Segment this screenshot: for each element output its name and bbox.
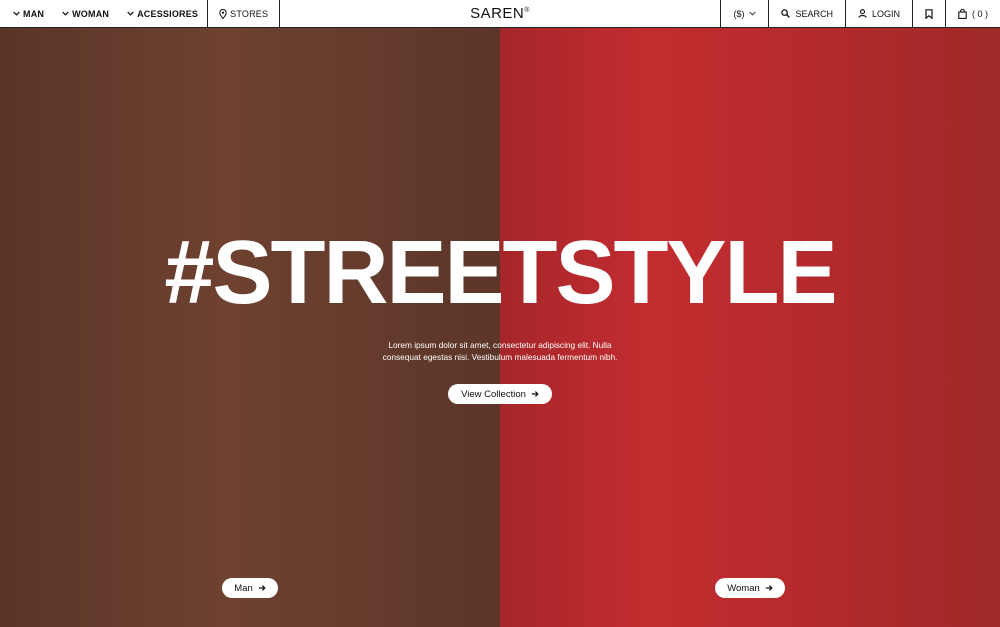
cart-count: ( 0 ): [971, 8, 988, 19]
search-icon: [781, 9, 791, 18]
currency-selector[interactable]: ($): [721, 0, 768, 27]
chevron-down-icon: [13, 11, 20, 16]
search-button[interactable]: SEARCH: [769, 0, 845, 27]
arrow-right-icon: [765, 585, 773, 591]
nav-man-menu[interactable]: MAN: [0, 0, 53, 27]
shop-man-button[interactable]: Man: [222, 578, 278, 598]
currency-label: ($): [733, 8, 745, 19]
hero-photo-man[interactable]: [0, 28, 500, 627]
shop-man-label: Man: [234, 582, 253, 594]
nav-woman-menu[interactable]: WOMAN: [53, 0, 118, 27]
hero-photo-woman[interactable]: [500, 28, 1000, 627]
login-label: LOGIN: [871, 8, 900, 19]
arrow-right-icon: [531, 391, 539, 397]
chevron-down-icon: [127, 11, 134, 16]
nav-left-group: MAN WOMAN ACESSIORES STORES: [0, 0, 281, 27]
nav-accessories-label: ACESSIORES: [137, 8, 199, 19]
registered-mark: ®: [524, 7, 530, 14]
nav-accessories-menu[interactable]: ACESSIORES: [118, 0, 207, 27]
nav-stores-link[interactable]: STORES: [208, 0, 279, 27]
brand-logo[interactable]: SAREN®: [470, 5, 530, 22]
user-icon: [858, 9, 867, 18]
shopping-bag-icon: [958, 8, 967, 19]
hero-description-line: Lorem ipsum dolor sit amet, consectetur …: [388, 340, 612, 350]
chevron-down-icon: [62, 11, 69, 16]
nav-woman-label: WOMAN: [72, 8, 110, 19]
shop-woman-button[interactable]: Woman: [715, 578, 785, 598]
arrow-right-icon: [258, 585, 266, 591]
hero-headline: #STREETSTYLE: [164, 223, 837, 323]
hero-description-line: consequat egestas nisi. Vestibulum males…: [382, 352, 618, 362]
nav-stores-label: STORES: [230, 8, 269, 19]
brand-logo-text: SAREN: [470, 5, 525, 22]
shop-woman-label: Woman: [727, 582, 760, 594]
bookmark-icon: [925, 8, 933, 19]
view-collection-label: View Collection: [461, 388, 526, 400]
login-button[interactable]: LOGIN: [846, 0, 912, 27]
hero-section: #STREETSTYLE Lorem ipsum dolor sit amet,…: [0, 28, 1000, 627]
view-collection-button[interactable]: View Collection: [448, 384, 552, 404]
wishlist-button[interactable]: [913, 0, 945, 27]
chevron-down-icon: [749, 11, 757, 16]
location-pin-icon: [219, 8, 227, 19]
nav-man-label: MAN: [23, 8, 45, 19]
top-navigation: MAN WOMAN ACESSIORES STORES SAREN® ($) S…: [0, 0, 1000, 28]
nav-right-group: ($) SEARCH LOGIN ( 0 ): [720, 0, 1000, 27]
cart-button[interactable]: ( 0 ): [946, 0, 1000, 27]
nav-divider: [279, 0, 281, 27]
hero-description: Lorem ipsum dolor sit amet, consectetur …: [0, 339, 1000, 363]
search-label: SEARCH: [795, 8, 833, 19]
